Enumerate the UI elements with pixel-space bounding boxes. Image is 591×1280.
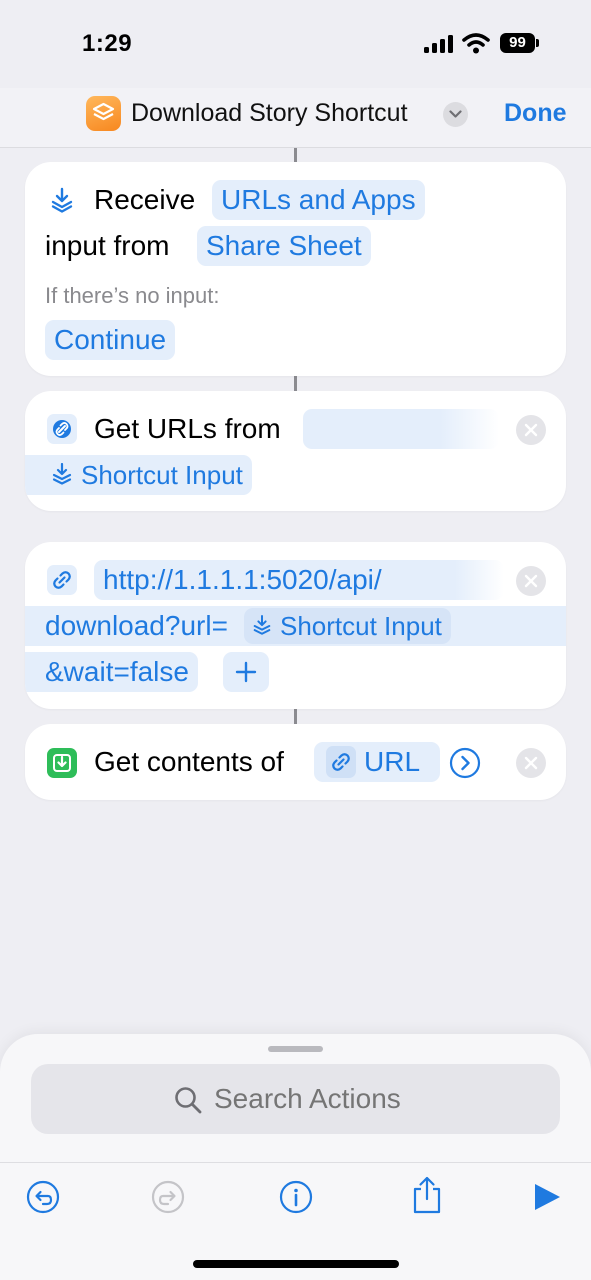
sheet-grabber[interactable] <box>268 1046 323 1052</box>
undo-icon[interactable] <box>25 1179 61 1215</box>
status-bar: 1:29 99 <box>0 0 591 88</box>
url-text-line-3[interactable]: &wait=false <box>25 652 198 692</box>
show-more-chevron-icon[interactable] <box>449 747 481 779</box>
input-type-token[interactable]: URLs and Apps <box>212 180 425 220</box>
no-input-label: If there’s no input: <box>45 283 220 308</box>
url-text-line-1[interactable]: http://1.1.1.1:5020/api/ <box>94 560 504 600</box>
wifi-icon <box>462 32 490 54</box>
home-indicator <box>193 1260 399 1268</box>
shortcut-input-label: Shortcut Input <box>280 611 442 641</box>
shortcut-input-icon <box>253 615 271 635</box>
url-variable-token[interactable]: URL <box>314 742 441 782</box>
shortcut-input-icon <box>47 185 77 215</box>
remove-action-icon[interactable] <box>516 748 546 778</box>
share-icon[interactable] <box>409 1175 445 1215</box>
battery-level: 99 <box>500 33 535 53</box>
nav-header: Download Story Shortcut Done <box>0 88 591 148</box>
get-urls-label: Get URLs from <box>94 413 281 444</box>
receive-action-card[interactable]: Receive URLs and Apps input from Share S… <box>25 162 566 376</box>
link-icon <box>47 565 77 595</box>
play-icon[interactable] <box>530 1179 566 1215</box>
search-icon <box>175 1087 202 1114</box>
empty-parameter-slot[interactable] <box>303 409 499 449</box>
url-download-text: download?url= <box>45 610 228 641</box>
battery-icon: 99 <box>500 33 540 53</box>
shortcut-input-token[interactable]: Shortcut Input <box>25 455 252 495</box>
get-contents-label: Get contents of <box>94 746 284 777</box>
shortcut-input-label: Shortcut Input <box>81 460 243 490</box>
flow-connector <box>294 148 297 162</box>
shortcut-app-icon[interactable] <box>86 96 121 131</box>
action-search-sheet <box>0 1034 591 1280</box>
flow-connector <box>294 709 297 724</box>
link-icon <box>47 414 77 444</box>
url-action-card[interactable]: http://1.1.1.1:5020/api/ download?url= S… <box>25 542 566 709</box>
cellular-signal-icon <box>424 35 454 53</box>
shortcut-input-token[interactable]: Shortcut Input <box>244 608 451 644</box>
add-text-button[interactable] <box>223 652 269 692</box>
search-actions-input[interactable] <box>214 1083 514 1115</box>
input-source-token[interactable]: Share Sheet <box>197 226 371 266</box>
link-icon <box>326 746 356 778</box>
flow-connector <box>294 376 297 391</box>
info-icon[interactable] <box>278 1179 314 1215</box>
download-icon <box>47 748 77 778</box>
chevron-down-icon[interactable] <box>443 102 468 127</box>
shortcut-title[interactable]: Download Story Shortcut <box>131 99 408 128</box>
remove-action-icon[interactable] <box>516 415 546 445</box>
url-variable-label: URL <box>364 746 421 777</box>
shortcut-input-icon <box>52 463 72 485</box>
input-from-label: input from <box>45 230 170 261</box>
get-contents-action-card[interactable]: Get contents of URL <box>25 724 566 800</box>
no-input-action-token[interactable]: Continue <box>45 320 176 360</box>
receive-label: Receive <box>94 184 196 215</box>
get-urls-action-card[interactable]: Get URLs from Shortcut Input <box>25 391 566 511</box>
redo-icon[interactable] <box>150 1179 186 1215</box>
url-text-line-2[interactable]: download?url= Shortcut Input <box>25 606 566 646</box>
search-field[interactable] <box>31 1064 560 1134</box>
remove-action-icon[interactable] <box>516 566 546 596</box>
done-button[interactable]: Done <box>504 99 567 128</box>
status-time: 1:29 <box>82 30 133 57</box>
